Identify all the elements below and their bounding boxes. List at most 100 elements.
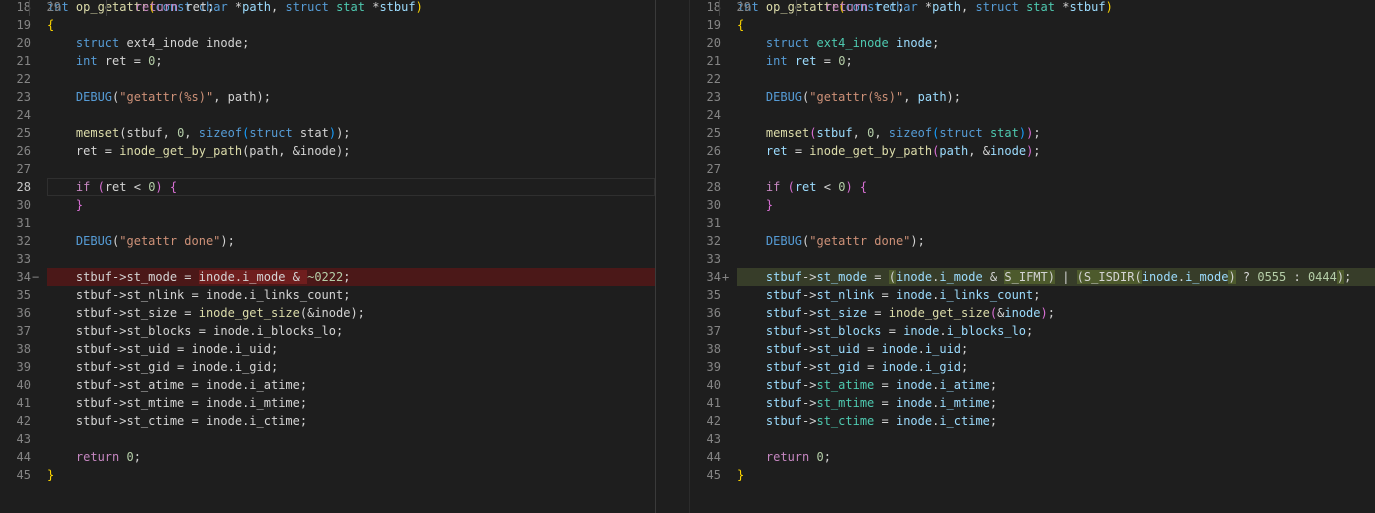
- code-line[interactable]: 45}: [690, 466, 1375, 484]
- code-line[interactable]: 23 DEBUG("getattr(%s)", path);: [0, 88, 655, 106]
- code-text[interactable]: memset(stbuf, 0, sizeof(struct stat));: [47, 124, 655, 142]
- code-text[interactable]: stbuf->st_mtime = inode.i_mtime;: [737, 394, 1375, 412]
- code-line[interactable]: 36 stbuf->st_size = inode_get_size(&inod…: [690, 304, 1375, 322]
- code-text[interactable]: DEBUG("getattr(%s)", path);: [737, 88, 1375, 106]
- code-text[interactable]: struct ext4_inode inode;: [47, 34, 655, 52]
- code-text[interactable]: }: [47, 196, 655, 214]
- code-line[interactable]: 36 stbuf->st_size = inode_get_size(&inod…: [0, 304, 655, 322]
- code-line[interactable]: 23 DEBUG("getattr(%s)", path);: [690, 88, 1375, 106]
- code-line[interactable]: 44 return 0;: [690, 448, 1375, 466]
- code-line[interactable]: 19 {: [690, 16, 1375, 34]
- code-text[interactable]: stbuf->st_ctime = inode.i_ctime;: [47, 412, 655, 430]
- code-line[interactable]: 28 if (ret < 0) {: [0, 178, 655, 196]
- code-text[interactable]: stbuf->st_uid = inode.i_uid;: [737, 340, 1375, 358]
- code-line[interactable]: 35 stbuf->st_nlink = inode.i_links_count…: [690, 286, 1375, 304]
- code-text[interactable]: int ret = 0;: [737, 52, 1375, 70]
- code-text[interactable]: stbuf->st_ctime = inode.i_ctime;: [737, 412, 1375, 430]
- code-line[interactable]: 29 return ret;: [719, 0, 904, 16]
- code-text[interactable]: if (ret < 0) {: [737, 178, 1375, 196]
- code-line[interactable]: 42 stbuf->st_ctime = inode.i_ctime;: [690, 412, 1375, 430]
- diff-pane-original[interactable]: 18 int op_getattr(const char *path, struc…: [0, 0, 655, 513]
- code-text[interactable]: struct ext4_inode inode;: [737, 34, 1375, 52]
- code-line[interactable]: 40 stbuf->st_atime = inode.i_atime;: [690, 376, 1375, 394]
- code-line[interactable]: 37 stbuf->st_blocks = inode.i_blocks_lo;: [690, 322, 1375, 340]
- code-line[interactable]: 41 stbuf->st_mtime = inode.i_mtime;: [690, 394, 1375, 412]
- code-text[interactable]: }: [737, 196, 1375, 214]
- code-line[interactable]: 24: [690, 106, 1375, 124]
- code-line[interactable]: 32 DEBUG("getattr done");: [0, 232, 655, 250]
- code-line[interactable]: 32 DEBUG("getattr done");: [690, 232, 1375, 250]
- code-line[interactable]: 37 stbuf->st_blocks = inode.i_blocks_lo;: [0, 322, 655, 340]
- code-line[interactable]: 45}: [0, 466, 655, 484]
- code-line[interactable]: 44 return 0;: [0, 448, 655, 466]
- code-text[interactable]: stbuf->st_mtime = inode.i_mtime;: [47, 394, 655, 412]
- code-text[interactable]: stbuf->st_size = inode_get_size(&inode);: [737, 304, 1375, 322]
- code-line[interactable]: 43: [690, 430, 1375, 448]
- code-line[interactable]: 38 stbuf->st_uid = inode.i_uid;: [0, 340, 655, 358]
- code-line[interactable]: 31: [690, 214, 1375, 232]
- code-line[interactable]: 22: [690, 70, 1375, 88]
- code-text[interactable]: {: [737, 16, 1375, 34]
- code-line[interactable]: 31: [0, 214, 655, 232]
- code-line[interactable]: 30 }: [0, 196, 655, 214]
- code-line[interactable]: 39 stbuf->st_gid = inode.i_gid;: [0, 358, 655, 376]
- code-text[interactable]: DEBUG("getattr(%s)", path);: [47, 88, 655, 106]
- diff-editor[interactable]: 18 int op_getattr(const char *path, struc…: [0, 0, 1375, 513]
- code-text[interactable]: return 0;: [737, 448, 1375, 466]
- code-text[interactable]: stbuf->st_size = inode_get_size(&inode);: [47, 304, 655, 322]
- code-line[interactable]: 39 stbuf->st_gid = inode.i_gid;: [690, 358, 1375, 376]
- code-line[interactable]: 40 stbuf->st_atime = inode.i_atime;: [0, 376, 655, 394]
- code-text[interactable]: stbuf->st_atime = inode.i_atime;: [737, 376, 1375, 394]
- original-code-lines[interactable]: 18 int op_getattr(const char *path, struc…: [0, 0, 655, 484]
- code-line[interactable]: 33: [0, 250, 655, 268]
- code-line[interactable]: 22: [0, 70, 655, 88]
- code-line[interactable]: 26 ret = inode_get_by_path(path, &inode)…: [0, 142, 655, 160]
- code-line[interactable]: 27: [690, 160, 1375, 178]
- code-line[interactable]: 30 }: [690, 196, 1375, 214]
- code-line[interactable]: 26 ret = inode_get_by_path(path, &inode)…: [690, 142, 1375, 160]
- code-text[interactable]: stbuf->st_mode = inode.i_mode & ~0222;: [47, 268, 655, 286]
- code-line[interactable]: 24: [0, 106, 655, 124]
- code-text[interactable]: }: [47, 466, 655, 484]
- code-text[interactable]: DEBUG("getattr done");: [47, 232, 655, 250]
- code-text[interactable]: stbuf->st_blocks = inode.i_blocks_lo;: [737, 322, 1375, 340]
- code-line[interactable]: 19 {: [0, 16, 655, 34]
- code-line[interactable]: 38 stbuf->st_uid = inode.i_uid;: [690, 340, 1375, 358]
- diff-pane-divider[interactable]: [655, 0, 690, 513]
- code-line[interactable]: 25 memset(stbuf, 0, sizeof(struct stat))…: [0, 124, 655, 142]
- code-line[interactable]: 41 stbuf->st_mtime = inode.i_mtime;: [0, 394, 655, 412]
- code-line[interactable]: 42 stbuf->st_ctime = inode.i_ctime;: [0, 412, 655, 430]
- code-line[interactable]: 27: [0, 160, 655, 178]
- code-line[interactable]: 29 return ret;: [29, 0, 214, 16]
- code-text[interactable]: DEBUG("getattr done");: [737, 232, 1375, 250]
- code-text[interactable]: int ret = 0;: [47, 52, 655, 70]
- code-text[interactable]: stbuf->st_uid = inode.i_uid;: [47, 340, 655, 358]
- code-text[interactable]: stbuf->st_gid = inode.i_gid;: [737, 358, 1375, 376]
- diff-pane-modified[interactable]: 18 int op_getattr(const char *path, struc…: [690, 0, 1375, 513]
- code-line[interactable]: 20 struct ext4_inode inode;: [0, 34, 655, 52]
- code-text[interactable]: ret = inode_get_by_path(path, &inode);: [47, 142, 655, 160]
- code-text[interactable]: if (ret < 0) {: [47, 178, 655, 196]
- code-line[interactable]: 33: [690, 250, 1375, 268]
- code-line[interactable]: 21 int ret = 0;: [690, 52, 1375, 70]
- code-text[interactable]: }: [737, 466, 1375, 484]
- code-text[interactable]: stbuf->st_nlink = inode.i_links_count;: [737, 286, 1375, 304]
- code-text[interactable]: stbuf->st_nlink = inode.i_links_count;: [47, 286, 655, 304]
- code-text[interactable]: memset(stbuf, 0, sizeof(struct stat));: [737, 124, 1375, 142]
- code-line[interactable]: 34− stbuf->st_mode = inode.i_mode & ~022…: [0, 268, 655, 286]
- code-text[interactable]: ret = inode_get_by_path(path, &inode);: [737, 142, 1375, 160]
- code-line[interactable]: 21 int ret = 0;: [0, 52, 655, 70]
- code-line[interactable]: 20 struct ext4_inode inode;: [690, 34, 1375, 52]
- code-line[interactable]: 28 if (ret < 0) {: [690, 178, 1375, 196]
- code-text[interactable]: stbuf->st_mode = (inode.i_mode & S_IFMT)…: [737, 268, 1375, 286]
- modified-code-lines[interactable]: 18 int op_getattr(const char *path, struc…: [690, 0, 1375, 484]
- code-text[interactable]: stbuf->st_gid = inode.i_gid;: [47, 358, 655, 376]
- code-line[interactable]: 25 memset(stbuf, 0, sizeof(struct stat))…: [690, 124, 1375, 142]
- code-line[interactable]: 43: [0, 430, 655, 448]
- code-text[interactable]: {: [47, 16, 655, 34]
- code-line[interactable]: 34 + stbuf->st_mode = (inode.i_mode & S_I…: [690, 268, 1375, 286]
- code-line[interactable]: 35 stbuf->st_nlink = inode.i_links_count…: [0, 286, 655, 304]
- code-text[interactable]: return 0;: [47, 448, 655, 466]
- code-text[interactable]: stbuf->st_blocks = inode.i_blocks_lo;: [47, 322, 655, 340]
- code-text[interactable]: stbuf->st_atime = inode.i_atime;: [47, 376, 655, 394]
